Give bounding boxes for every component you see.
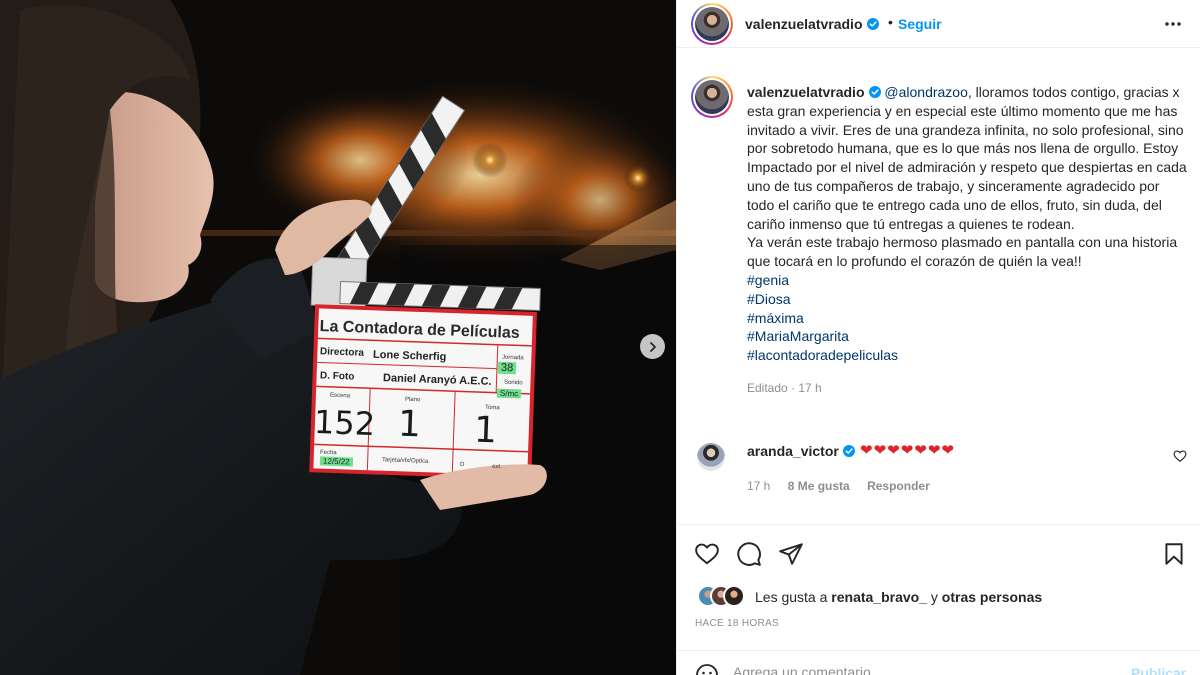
caption-avatar[interactable] xyxy=(691,76,733,118)
sonido-value: S/mc xyxy=(496,388,522,399)
follow-button[interactable]: Seguir xyxy=(898,16,942,32)
comment-reply-button[interactable]: Responder xyxy=(867,479,930,493)
post-actions: Les gusta a renata_bravo_ y otras person… xyxy=(677,524,1200,675)
hashtag-link[interactable]: #máxima xyxy=(747,309,1187,328)
likes-prefix: Les gusta a xyxy=(755,589,828,605)
hashtag-link[interactable]: #MariaMargarita xyxy=(747,327,1187,346)
publish-comment-button[interactable]: Publicar xyxy=(1131,665,1186,675)
comment-username[interactable]: aranda_victor xyxy=(747,443,855,459)
jornada-value: 38 xyxy=(497,361,517,375)
hashtag-link[interactable]: #genia xyxy=(747,271,1187,290)
plano-value: 1 xyxy=(397,403,422,446)
sonido-label: Sonido xyxy=(503,379,523,387)
chevron-right-icon xyxy=(649,341,656,352)
caption-username[interactable]: valenzuelatvradio xyxy=(747,84,881,100)
comment-likes-count[interactable]: 8 Me gusta xyxy=(788,479,850,493)
photo-scene xyxy=(0,0,676,675)
caption-text-paragraph-1: , lloramos todos contigo, gracias x esta… xyxy=(747,84,1187,232)
carousel-next-button[interactable] xyxy=(640,334,665,359)
d-label: D xyxy=(459,461,465,469)
share-paper-plane-icon[interactable] xyxy=(778,541,804,567)
post-photo[interactable]: La Contadora de Películas Directora Lone… xyxy=(0,0,676,675)
likes-summary: Les gusta a renata_bravo_ y otras person… xyxy=(755,589,1042,605)
likes-conjunction: y xyxy=(930,589,938,605)
add-comment-bar: Publicar xyxy=(677,650,1200,675)
director-label: Directora xyxy=(319,346,365,359)
hashtag-link[interactable]: #Diosa xyxy=(747,290,1187,309)
dfoto-label: D. Foto xyxy=(319,370,355,383)
caption-meta: Editado · 17 h xyxy=(747,380,822,395)
liker-username-link[interactable]: renata_bravo_ xyxy=(831,589,927,605)
post-header: valenzuelatvradio • Seguir xyxy=(677,0,1200,48)
more-options-icon[interactable] xyxy=(1163,14,1183,34)
emoji-smiley-icon[interactable] xyxy=(695,663,719,675)
post-caption: valenzuelatvradio @alondrazoo, lloramos … xyxy=(747,83,1187,398)
comment-meta: 17 h 8 Me gusta Responder xyxy=(747,479,944,493)
fecha-value: 12/5/22 xyxy=(319,456,353,467)
verified-badge-icon xyxy=(868,86,881,98)
comment-text: ❤❤❤❤❤❤❤ xyxy=(860,442,955,459)
header-avatar[interactable] xyxy=(691,3,733,45)
comment-like-heart-icon[interactable] xyxy=(1173,449,1187,463)
comment-input[interactable] xyxy=(733,664,1113,675)
comment-time[interactable]: 17 h xyxy=(747,479,770,493)
comment-bubble-icon[interactable] xyxy=(736,541,762,567)
jornada-label: Jornada xyxy=(501,354,524,362)
likers-avatars[interactable] xyxy=(697,585,753,607)
verified-badge-icon xyxy=(866,18,879,30)
post-side-panel: valenzuelatvradio • Seguir valenzuelatvr… xyxy=(676,0,1200,675)
other-likers-link[interactable]: otras personas xyxy=(942,589,1042,605)
plano-label: Plano xyxy=(404,396,421,404)
caption-text-paragraph-2: Ya verán este trabajo hermoso plasmado e… xyxy=(747,234,1178,270)
separator-dot: • xyxy=(888,14,893,30)
escena-value: 152 xyxy=(313,402,376,444)
toma-value: 1 xyxy=(473,409,498,452)
hashtag-link[interactable]: #lacontadoradepeliculas xyxy=(747,346,1187,365)
post-timestamp[interactable]: HACE 18 HORAS xyxy=(695,618,779,629)
save-bookmark-icon[interactable] xyxy=(1161,541,1187,567)
fecha-label: Fecha xyxy=(319,449,337,457)
ext-label: ext. xyxy=(491,463,502,471)
verified-badge-icon xyxy=(842,445,855,457)
caption-mention-link[interactable]: @alondrazoo xyxy=(884,84,968,100)
comment-avatar[interactable] xyxy=(697,443,725,471)
header-username[interactable]: valenzuelatvradio xyxy=(745,16,879,32)
director-value: Lone Scherfig xyxy=(372,348,447,364)
like-heart-icon[interactable] xyxy=(694,541,720,567)
liker-avatar xyxy=(723,585,745,607)
escena-label: Escena xyxy=(329,392,351,400)
